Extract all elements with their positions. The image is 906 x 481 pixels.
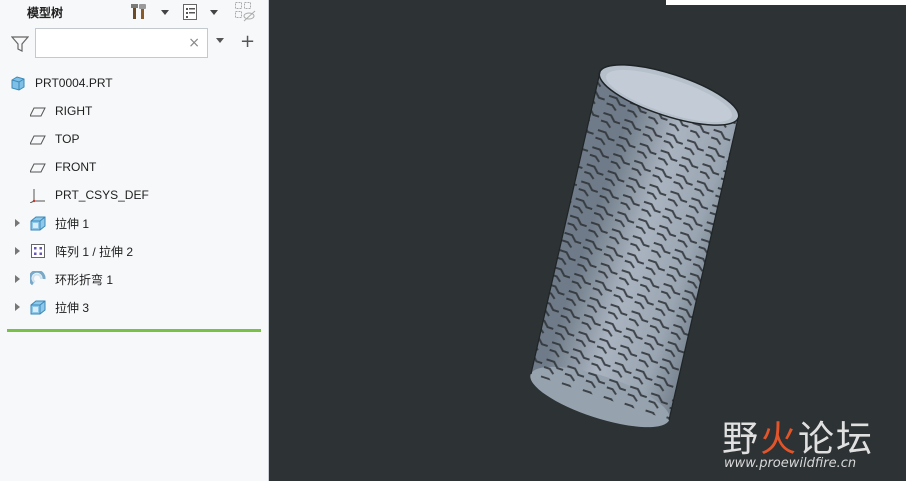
add-filter-icon[interactable]: +	[240, 32, 255, 52]
toroidal-bend-icon	[30, 271, 46, 286]
expand-arrow-icon[interactable]	[15, 303, 20, 311]
tree-item-top[interactable]: TOP	[0, 126, 268, 152]
tree-item-label: 拉伸 1	[55, 216, 90, 231]
tree-item-front[interactable]: FRONT	[0, 154, 268, 180]
panel-title: 模型树	[27, 6, 64, 20]
model-tree-panel: 模型树 × + PRT0004.PRT RIGHT TOP FRONT PRT_…	[0, 0, 269, 481]
expand-arrow-icon[interactable]	[15, 219, 20, 227]
chevron-down-icon	[161, 9, 169, 15]
datum-plane-icon	[30, 107, 46, 117]
part-icon	[11, 76, 25, 91]
tree-item-extrude-3[interactable]: 拉伸 3	[0, 294, 268, 320]
tree-item-toroidal-bend-1[interactable]: 环形折弯 1	[0, 266, 268, 292]
extrude-icon	[30, 300, 46, 315]
extrude-icon	[30, 216, 46, 231]
tree-item-label: FRONT	[55, 160, 97, 174]
cylinder-model[interactable]	[269, 0, 906, 481]
tools-icon	[131, 4, 146, 19]
tree-item-right[interactable]: RIGHT	[0, 98, 268, 124]
show-options-button[interactable]	[182, 2, 218, 22]
coordinate-system-icon	[30, 189, 45, 203]
tree-item-label: PRT0004.PRT	[35, 76, 113, 90]
hidden-items-icon	[235, 2, 256, 22]
search-options-dropdown-icon[interactable]	[216, 38, 224, 43]
tree-root-part[interactable]: PRT0004.PRT	[0, 70, 268, 96]
tree-item-label: RIGHT	[55, 104, 93, 118]
clear-search-icon[interactable]: ×	[188, 35, 200, 51]
expand-arrow-icon[interactable]	[15, 275, 20, 283]
tree-item-label: TOP	[55, 132, 80, 146]
pattern-icon	[31, 244, 45, 258]
tree-item-pattern-1[interactable]: 阵列 1 / 拉伸 2	[0, 238, 268, 264]
chevron-down-icon	[210, 9, 218, 15]
search-input[interactable]	[40, 30, 184, 58]
graphics-viewport[interactable]: 野火论坛 www.proewildfire.cn	[269, 0, 906, 481]
filter-icon[interactable]	[11, 36, 29, 52]
hide-items-button[interactable]	[234, 2, 256, 22]
tree-item-label: 环形折弯 1	[55, 272, 114, 287]
datum-plane-icon	[30, 135, 46, 145]
watermark-logo-text: 野火论坛	[722, 419, 875, 460]
tree-item-extrude-1[interactable]: 拉伸 1	[0, 210, 268, 236]
tree-item-label: PRT_CSYS_DEF	[55, 188, 149, 202]
search-box[interactable]: ×	[35, 28, 208, 58]
model-tree-header: 模型树	[0, 0, 268, 26]
search-row: × +	[0, 28, 268, 60]
settings-tools-button[interactable]	[130, 2, 169, 22]
list-icon	[183, 4, 197, 20]
datum-plane-icon	[30, 163, 46, 173]
tree-item-label: 阵列 1 / 拉伸 2	[55, 244, 134, 259]
insert-indicator[interactable]	[7, 329, 261, 332]
tree-item-label: 拉伸 3	[55, 300, 90, 315]
watermark-url: www.proewildfire.cn	[724, 456, 857, 471]
tree-item-csys[interactable]: PRT_CSYS_DEF	[0, 182, 268, 208]
expand-arrow-icon[interactable]	[15, 247, 20, 255]
